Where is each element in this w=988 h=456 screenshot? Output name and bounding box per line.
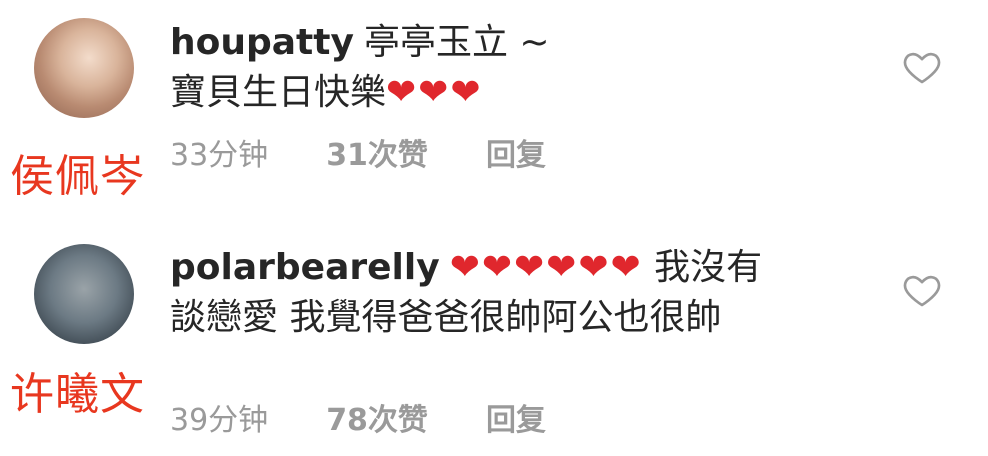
likes-count[interactable]: 78次赞	[326, 395, 428, 439]
heart-outline-icon	[903, 52, 941, 84]
comment-meta: 33分钟 31次赞 回复	[170, 130, 546, 174]
reply-button[interactable]: 回复	[486, 395, 546, 439]
avatar[interactable]	[34, 18, 134, 118]
comment-line-1: 亭亭玉立 ~	[363, 22, 550, 63]
heart-emoji-group: ❤❤❤❤❤❤	[449, 247, 643, 288]
name-caption: 侯佩岑	[10, 151, 145, 202]
likes-count[interactable]: 31次赞	[326, 130, 428, 174]
reply-button[interactable]: 回复	[486, 130, 546, 174]
comment-item: 许曦文 polarbearelly ❤❤❤❤❤❤ 我沒有 談戀愛 我覺得爸爸很帥阿…	[0, 228, 988, 456]
comment-meta: 39分钟 78次赞 回复	[170, 395, 546, 439]
comment-line-2: 寶貝生日快樂	[170, 72, 387, 113]
comment-text: houpatty 亭亭玉立 ~ 寶貝生日快樂❤❤❤	[170, 18, 870, 118]
comment-item: 侯佩岑 houpatty 亭亭玉立 ~ 寶貝生日快樂❤❤❤ 33分钟 31次赞 回…	[0, 0, 988, 228]
heart-outline-icon	[903, 275, 941, 307]
avatar[interactable]	[34, 244, 134, 344]
timestamp: 39分钟	[170, 403, 269, 438]
username[interactable]: polarbearelly	[170, 247, 440, 288]
comment-line-2: 談戀愛 我覺得爸爸很帥阿公也很帥	[170, 297, 722, 338]
name-caption: 许曦文	[10, 369, 145, 420]
comment-text: polarbearelly ❤❤❤❤❤❤ 我沒有 談戀愛 我覺得爸爸很帥阿公也很帥	[170, 243, 870, 343]
like-button[interactable]	[902, 270, 942, 310]
username[interactable]: houpatty	[170, 22, 354, 63]
heart-emoji-group: ❤❤❤	[386, 72, 483, 113]
like-button[interactable]	[902, 47, 942, 87]
timestamp: 33分钟	[170, 138, 269, 173]
comment-line-1: 我沒有	[654, 247, 763, 288]
